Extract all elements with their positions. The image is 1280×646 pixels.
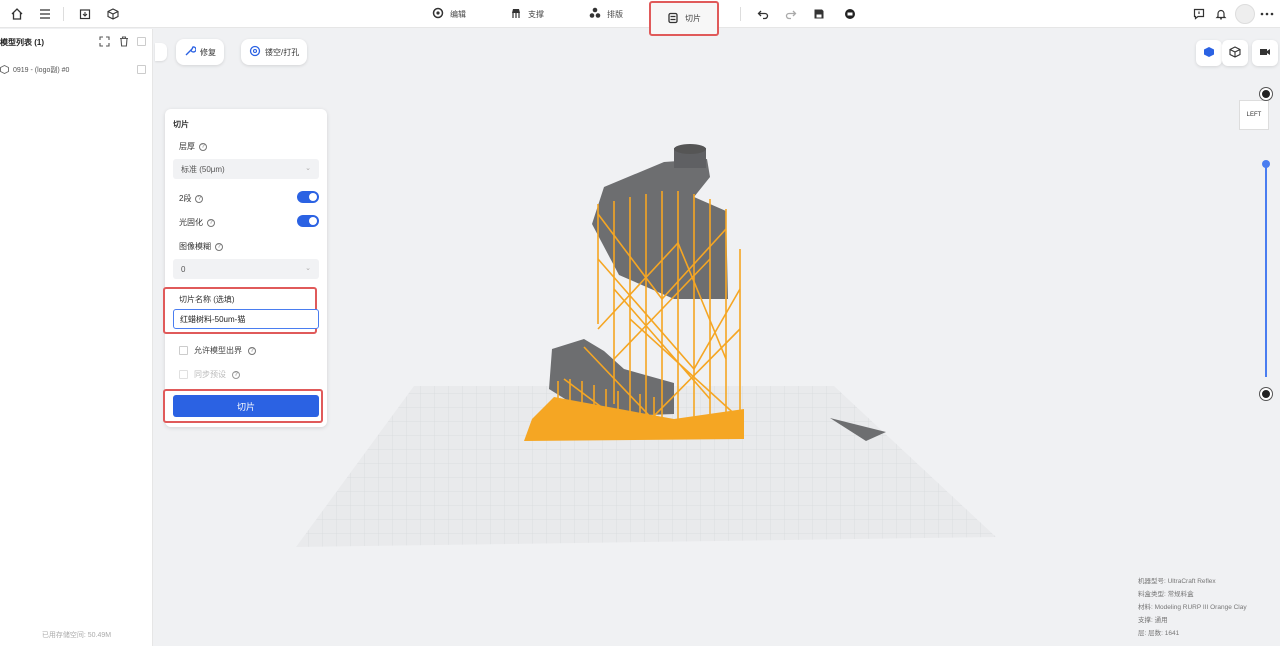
model-list-title: 模型列表 (1) <box>0 38 44 47</box>
view-mode-solid-button[interactable] <box>1196 40 1222 66</box>
chevron-down-icon: ⌄ <box>305 165 311 172</box>
tab-edit[interactable]: 编辑 <box>428 4 470 24</box>
more-icon[interactable] <box>1258 5 1276 23</box>
toggle1-text: 2段 <box>179 194 192 203</box>
toggle2-text: 光固化 <box>179 218 203 227</box>
model-mesh <box>549 144 728 417</box>
repair-button[interactable]: 修复 <box>176 39 224 65</box>
help-icon[interactable]: ? <box>248 346 256 355</box>
avatar[interactable] <box>1235 4 1255 24</box>
solid-cube-icon <box>1203 46 1215 60</box>
redo-icon[interactable] <box>782 5 800 23</box>
camera-toggle-button[interactable] <box>1252 40 1278 66</box>
view-mode-wire-button[interactable] <box>1222 40 1248 66</box>
help-icon[interactable]: ? <box>215 242 223 251</box>
menu-list-icon[interactable] <box>36 5 54 23</box>
material: 材料: Modeling RURP III Orange Clay <box>1138 604 1247 611</box>
slice-icon <box>667 12 679 26</box>
wire-cube-icon <box>1229 46 1241 60</box>
slice-name-label: 切片名称 (选填) <box>179 295 235 304</box>
bell-icon[interactable] <box>1212 5 1230 23</box>
tab-slice-label: 切片 <box>685 14 701 23</box>
tab-support[interactable]: 支撑 <box>506 4 548 24</box>
toggle2-switch[interactable] <box>297 215 319 227</box>
feedback-icon[interactable] <box>1190 5 1208 23</box>
help-icon[interactable]: ? <box>232 370 240 379</box>
layer-height-value: 标准 (50μm) <box>181 164 225 174</box>
storage-usage: 已用存储空间: 50.49M <box>41 632 112 639</box>
collapse-sidebar-handle[interactable] <box>155 43 167 61</box>
list-item[interactable]: 0919 - (logo副) #0 <box>0 63 153 77</box>
layer-slider-track[interactable] <box>1265 164 1267 377</box>
slice-name-input[interactable] <box>173 309 319 329</box>
tab-support-label: 支撑 <box>528 9 544 19</box>
hollow-button[interactable]: 镂空/打孔 <box>241 39 308 65</box>
wrench-icon <box>184 45 197 59</box>
layer-height-text: 层厚 <box>179 142 195 151</box>
print-circle-icon[interactable] <box>841 5 859 23</box>
save-icon[interactable] <box>810 5 828 23</box>
help-icon[interactable]: ? <box>195 194 204 203</box>
chevron-down-icon: ⌄ <box>305 265 311 272</box>
model-cube-icon <box>0 64 9 76</box>
help-icon[interactable]: ? <box>199 142 207 151</box>
expand-icon[interactable] <box>99 36 110 49</box>
sync-preset-option[interactable]: 同步预设 ? <box>179 369 240 380</box>
view-cube[interactable]: LEFT <box>1239 100 1269 130</box>
anti-alias-select[interactable]: 0 ⌄ <box>173 259 319 279</box>
layer-height-label: 层厚 ? <box>179 141 207 152</box>
layer-height-select[interactable]: 标准 (50μm) ⌄ <box>173 159 319 179</box>
tab-edit-label: 编辑 <box>450 9 466 19</box>
layer-slider-bottom-handle[interactable] <box>1260 388 1272 400</box>
printer-model: 机器型号: UltraCraft Reflex <box>1138 578 1216 585</box>
tab-layout-label: 排版 <box>607 9 623 19</box>
support-icon <box>510 7 522 21</box>
layer-slider-top-handle[interactable] <box>1262 160 1270 168</box>
model-item-checkbox[interactable] <box>137 65 146 74</box>
cube-icon[interactable] <box>104 5 122 23</box>
hollow-button-label: 镂空/打孔 <box>265 47 300 57</box>
top-toolbar: 编辑 支撑 排版 切片 <box>0 0 1280 36</box>
toggle1-switch[interactable] <box>297 191 319 203</box>
anti-alias-label: 图像模糊 ? <box>179 241 223 252</box>
slice-button[interactable]: 切片 <box>173 395 319 417</box>
tab-layout[interactable]: 排版 <box>585 4 627 24</box>
camera-icon <box>1259 46 1271 60</box>
layer-top-marker[interactable] <box>1260 88 1272 100</box>
allow-out-of-bounds-text: 允许模型出界 <box>194 346 242 355</box>
vat-type: 料盒类型: 常规料盒 <box>1138 591 1194 598</box>
help-icon[interactable]: ? <box>207 218 215 227</box>
sync-preset-text: 同步预设 <box>194 370 226 379</box>
gear-cube-icon <box>432 7 444 21</box>
trash-icon[interactable] <box>119 36 129 49</box>
hollow-icon <box>249 45 261 59</box>
allow-out-of-bounds-checkbox[interactable] <box>179 346 188 355</box>
support-type: 支撑: 通用 <box>1138 617 1168 624</box>
anti-alias-text: 图像模糊 <box>179 242 211 251</box>
view-cube-label: LEFT <box>1246 112 1262 118</box>
sync-preset-checkbox[interactable] <box>179 370 188 379</box>
allow-out-of-bounds-option[interactable]: 允许模型出界 ? <box>179 345 256 356</box>
toggle2-label: 光固化 ? <box>179 217 215 228</box>
select-all-checkbox[interactable] <box>137 37 146 46</box>
model-list-sidebar: 模型列表 (1) 0919 - (logo副) #0 已用存储空间: 50.49… <box>0 29 153 646</box>
model-list-header: 模型列表 (1) <box>0 35 153 51</box>
model-item-label: 0919 - (logo副) #0 <box>13 67 70 74</box>
slice-settings-panel: 切片 层厚 ? 标准 (50μm) ⌄ 2段 ? 光固化 ? 图像模糊 ? 0 … <box>163 109 327 427</box>
undo-icon[interactable] <box>754 5 772 23</box>
panel-title: 切片 <box>173 120 189 129</box>
import-icon[interactable] <box>76 5 94 23</box>
home-icon[interactable] <box>8 5 26 23</box>
anti-alias-value: 0 <box>181 264 186 274</box>
layout-icon <box>589 7 601 21</box>
toggle1-label: 2段 ? <box>179 193 204 204</box>
repair-button-label: 修复 <box>200 47 216 57</box>
layer-count: 层: 层数: 1641 <box>1138 630 1180 637</box>
printer-info: 机器型号: UltraCraft Reflex 料盒类型: 常规料盒 材料: M… <box>1138 575 1247 640</box>
